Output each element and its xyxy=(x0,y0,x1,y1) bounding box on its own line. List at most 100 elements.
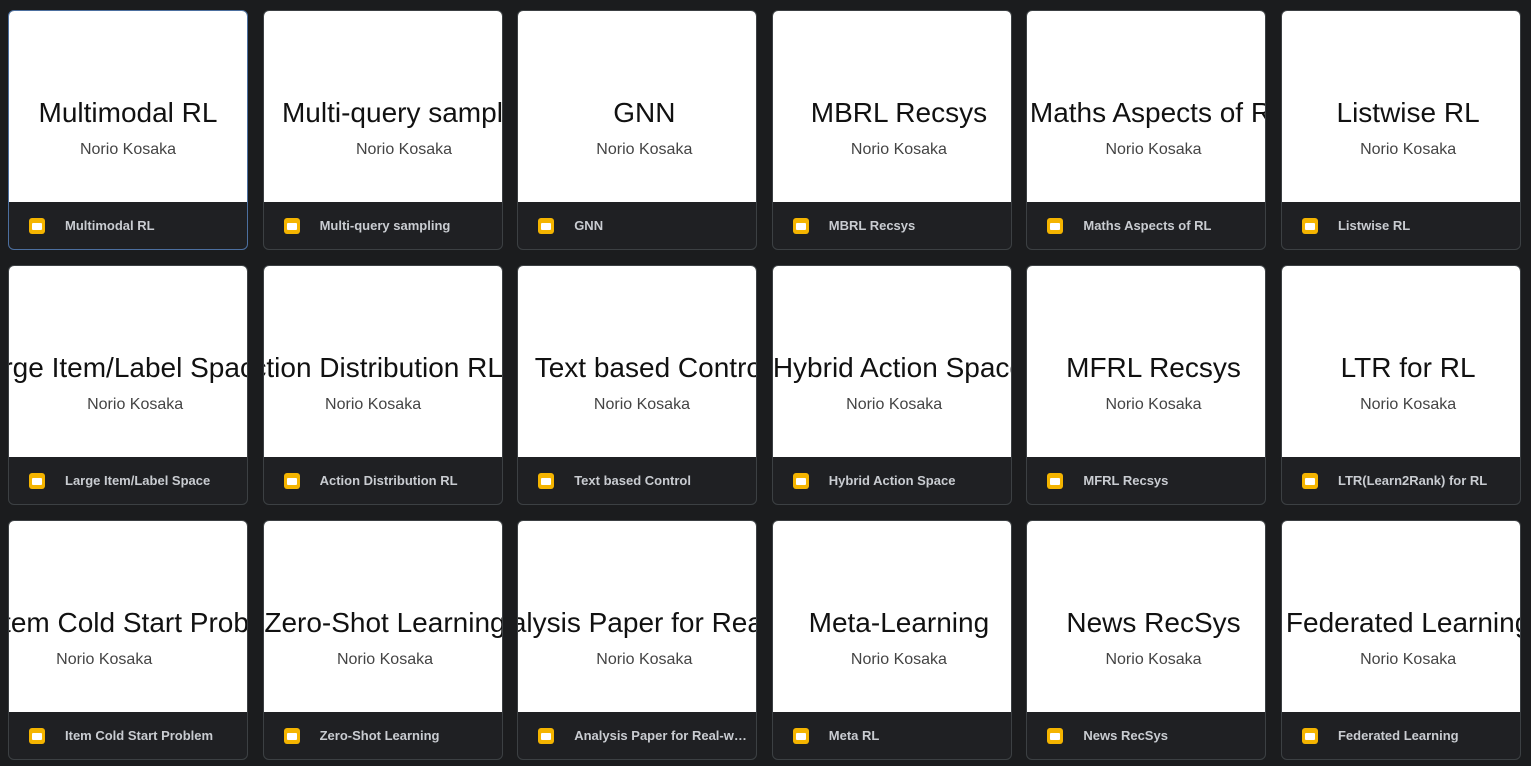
file-thumbnail[interactable]: MBRL Recsys Norio Kosaka xyxy=(772,11,1011,202)
file-thumbnail[interactable]: Meta-Learning Norio Kosaka xyxy=(772,521,1011,712)
slides-icon xyxy=(792,473,809,489)
file-card[interactable]: Text based Control Norio Kosaka Text bas… xyxy=(517,265,758,505)
file-name[interactable]: Multi-query sampling xyxy=(320,217,451,235)
thumbnail-author: Norio Kosaka xyxy=(850,141,947,158)
file-card[interactable]: MFRL Recsys Norio Kosaka MFRL Recsys xyxy=(1026,265,1267,505)
file-card[interactable]: LTR for RL Norio Kosaka LTR(Learn2Rank) … xyxy=(1280,265,1521,505)
thumbnail-author: Norio Kosaka xyxy=(1360,141,1457,158)
file-footer[interactable]: Analysis Paper for Real-wor… xyxy=(518,712,756,759)
file-card[interactable]: Federated Learning Norio Kosaka Federate… xyxy=(1280,520,1521,760)
file-name[interactable]: Item Cold Start Problem xyxy=(65,727,213,745)
thumbnail-title: Text based Control xyxy=(534,352,757,383)
file-thumbnail[interactable]: MFRL Recsys Norio Kosaka xyxy=(1027,266,1266,457)
slides-icon xyxy=(1301,728,1318,744)
thumbnail-title: Multimodal RL xyxy=(38,97,218,128)
file-footer[interactable]: Meta RL xyxy=(773,712,1011,759)
file-card[interactable]: Listwise RL Norio Kosaka Listwise RL xyxy=(1280,10,1521,250)
file-card[interactable]: Zero-Shot Learning Norio Kosaka Zero-Sho… xyxy=(262,520,503,760)
thumbnail-author: Norio Kosaka xyxy=(79,141,177,158)
file-name[interactable]: Action Distribution RL xyxy=(320,472,458,490)
file-footer[interactable]: Federated Learning xyxy=(1282,712,1520,759)
file-name[interactable]: Hybrid Action Space xyxy=(829,472,956,490)
file-name[interactable]: Federated Learning xyxy=(1338,727,1459,745)
file-name[interactable]: MFRL Recsys xyxy=(1083,472,1168,490)
file-card[interactable]: GNN Norio Kosaka GNN xyxy=(517,10,758,250)
thumbnail-title: Meta-Learning xyxy=(808,607,990,638)
file-thumbnail[interactable]: Maths Aspects of RL Norio Kosaka xyxy=(1027,11,1266,202)
file-name[interactable]: Large Item/Label Space xyxy=(65,472,210,490)
file-name[interactable]: Multimodal RL xyxy=(65,217,155,235)
file-name[interactable]: Analysis Paper for Real-wor… xyxy=(574,727,750,745)
slides-icon xyxy=(792,728,809,744)
thumbnail-title: GNN xyxy=(613,97,676,128)
file-footer[interactable]: Item Cold Start Problem xyxy=(9,712,247,759)
file-footer[interactable]: LTR(Learn2Rank) for RL xyxy=(1282,457,1520,504)
file-card[interactable]: Maths Aspects of RL Norio Kosaka Maths A… xyxy=(1026,10,1267,250)
file-name[interactable]: GNN xyxy=(574,217,603,235)
file-footer[interactable]: MBRL Recsys xyxy=(773,202,1011,249)
file-card[interactable]: Large Item/Label Space Norio Kosaka Larg… xyxy=(8,265,248,505)
thumbnail-title: News RecSys xyxy=(1066,607,1241,638)
file-footer[interactable]: Zero-Shot Learning xyxy=(264,712,502,759)
file-thumbnail[interactable]: Large Item/Label Space Norio Kosaka xyxy=(9,266,247,457)
file-footer[interactable]: Large Item/Label Space xyxy=(9,457,247,504)
thumbnail-author: Norio Kosaka xyxy=(336,651,433,668)
file-footer[interactable]: MFRL Recsys xyxy=(1027,457,1265,504)
file-name[interactable]: Meta RL xyxy=(829,727,880,745)
file-thumbnail[interactable]: Action Distribution RL Norio Kosaka xyxy=(263,266,502,457)
file-name[interactable]: Maths Aspects of RL xyxy=(1083,217,1211,235)
file-footer[interactable]: Hybrid Action Space xyxy=(773,457,1011,504)
file-name[interactable]: LTR(Learn2Rank) for RL xyxy=(1338,472,1487,490)
file-thumbnail[interactable]: Hybrid Action Space Norio Kosaka xyxy=(772,266,1011,457)
file-thumbnail[interactable]: Multimodal RL Norio Kosaka xyxy=(9,11,247,202)
thumbnail-title: Listwise RL xyxy=(1336,97,1480,128)
file-thumbnail[interactable]: Multi-query sampling Norio Kosaka xyxy=(263,11,502,202)
slides-icon xyxy=(1047,728,1064,744)
thumbnail-author: Norio Kosaka xyxy=(596,651,693,668)
file-thumbnail[interactable]: Analysis Paper for Real-world Norio Kosa… xyxy=(518,521,757,712)
file-footer[interactable]: News RecSys xyxy=(1027,712,1265,759)
slides-icon xyxy=(538,218,555,234)
thumbnail-author: Norio Kosaka xyxy=(87,396,184,413)
file-thumbnail[interactable]: News RecSys Norio Kosaka xyxy=(1027,521,1266,712)
file-thumbnail[interactable]: LTR for RL Norio Kosaka xyxy=(1281,266,1520,457)
slides-icon xyxy=(29,728,45,744)
file-footer[interactable]: Text based Control xyxy=(518,457,756,504)
file-thumbnail[interactable]: Listwise RL Norio Kosaka xyxy=(1281,11,1520,202)
slides-icon xyxy=(283,728,300,744)
file-thumbnail[interactable]: Text based Control Norio Kosaka xyxy=(518,266,757,457)
file-footer[interactable]: Action Distribution RL xyxy=(264,457,502,504)
thumbnail-author: Norio Kosaka xyxy=(596,141,693,158)
file-thumbnail[interactable]: Federated Learning Norio Kosaka xyxy=(1281,521,1520,712)
slides-icon xyxy=(29,218,45,234)
file-name[interactable]: Listwise RL xyxy=(1338,217,1410,235)
thumbnail-title: MFRL Recsys xyxy=(1066,352,1241,383)
slides-icon xyxy=(1301,218,1318,234)
file-footer[interactable]: GNN xyxy=(518,202,756,249)
thumbnail-title: MBRL Recsys xyxy=(810,97,988,128)
file-card[interactable]: Multi-query sampling Norio Kosaka Multi-… xyxy=(262,10,503,250)
slides-icon xyxy=(29,473,45,489)
file-thumbnail[interactable]: GNN Norio Kosaka xyxy=(518,11,757,202)
file-card[interactable]: News RecSys Norio Kosaka News RecSys xyxy=(1026,520,1267,760)
file-grid: Multimodal RL Norio Kosaka Multimodal RL… xyxy=(8,10,1521,760)
slides-icon xyxy=(283,218,300,234)
file-thumbnail[interactable]: Item Cold Start Problem Norio Kosaka xyxy=(9,521,247,712)
file-name[interactable]: Zero-Shot Learning xyxy=(320,727,440,745)
file-card[interactable]: Meta-Learning Norio Kosaka Meta RL xyxy=(771,520,1012,760)
file-name[interactable]: MBRL Recsys xyxy=(829,217,915,235)
file-card[interactable]: Item Cold Start Problem Norio Kosaka Ite… xyxy=(8,520,248,760)
file-card[interactable]: Hybrid Action Space Norio Kosaka Hybrid … xyxy=(771,265,1012,505)
file-footer[interactable]: Maths Aspects of RL xyxy=(1027,202,1265,249)
file-footer[interactable]: Multimodal RL xyxy=(9,202,247,249)
file-card[interactable]: Action Distribution RL Norio Kosaka Acti… xyxy=(262,265,503,505)
thumbnail-author: Norio Kosaka xyxy=(846,396,943,413)
file-thumbnail[interactable]: Zero-Shot Learning Norio Kosaka xyxy=(263,521,502,712)
file-name[interactable]: News RecSys xyxy=(1083,727,1168,745)
file-name[interactable]: Text based Control xyxy=(574,472,691,490)
file-footer[interactable]: Listwise RL xyxy=(1282,202,1520,249)
file-card[interactable]: MBRL Recsys Norio Kosaka MBRL Recsys xyxy=(771,10,1012,250)
file-footer[interactable]: Multi-query sampling xyxy=(264,202,502,249)
file-card[interactable]: Analysis Paper for Real-world Norio Kosa… xyxy=(517,520,758,760)
file-card[interactable]: Multimodal RL Norio Kosaka Multimodal RL xyxy=(8,10,248,250)
